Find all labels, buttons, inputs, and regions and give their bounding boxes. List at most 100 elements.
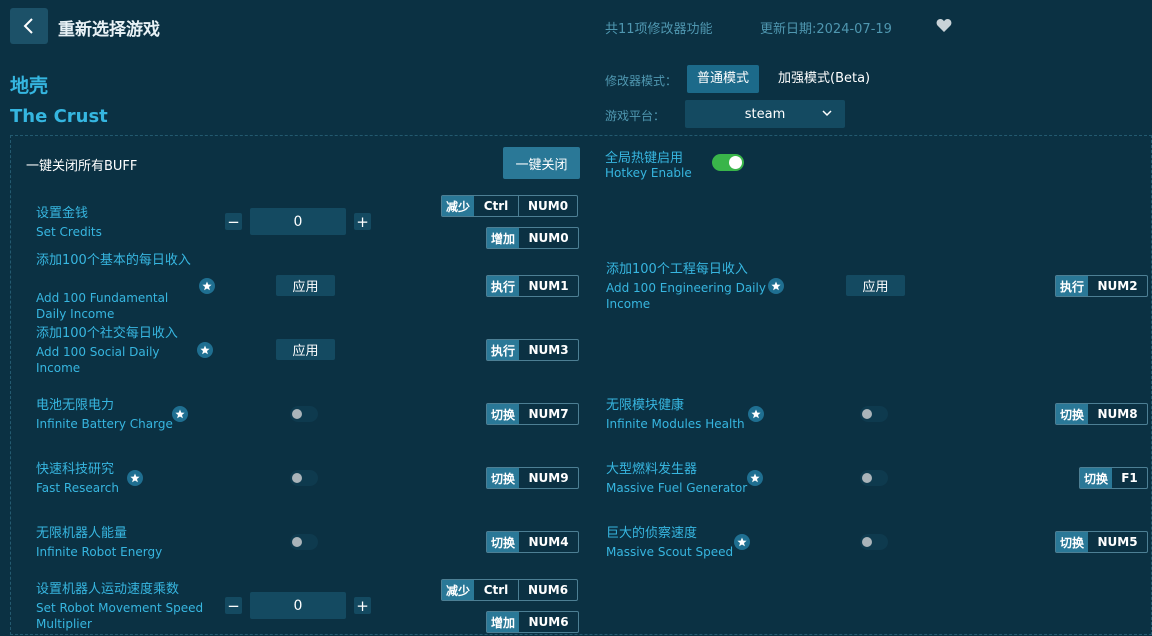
feature-label-cn: 无限模块健康 — [606, 398, 685, 413]
hotkey-toggle[interactable]: 切换 NUM8 — [1055, 403, 1149, 425]
hotkey-toggle[interactable]: 切换 F1 — [1079, 467, 1149, 489]
hotkey-key: Ctrl — [483, 583, 509, 597]
mode-label: 修改器模式： — [605, 74, 678, 88]
increment-button[interactable]: + — [354, 597, 371, 615]
star-icon — [172, 406, 188, 422]
decrement-button[interactable]: − — [225, 597, 242, 615]
kill-all-button[interactable]: 一键关闭 — [503, 147, 580, 179]
apply-button[interactable]: 应用 — [846, 275, 905, 296]
hotkey-key: Ctrl — [483, 199, 509, 213]
hotkey-toggle[interactable] — [712, 154, 744, 171]
feature-label-en: Infinite Battery Charge — [36, 417, 173, 431]
hotkey-key: NUM3 — [528, 343, 569, 357]
hotkey-tag: 减少 — [442, 580, 475, 600]
apply-button[interactable]: 应用 — [276, 275, 335, 296]
platform-select[interactable]: steam — [685, 100, 845, 128]
hotkey-decrease[interactable]: 减少 Ctrl NUM6 — [441, 579, 579, 601]
hotkey-toggle[interactable]: 切换 NUM7 — [486, 403, 580, 425]
star-icon — [199, 278, 215, 294]
feature-label-cn: 无限机器人能量 — [36, 526, 128, 541]
hotkey-key: NUM0 — [528, 231, 569, 245]
feature-label-en: Massive Scout Speed — [606, 545, 734, 559]
hotkey-tag: 执行 — [487, 276, 520, 296]
beta-mode-button[interactable]: 加强模式(Beta) — [768, 65, 880, 93]
hotkey-decrease[interactable]: 减少 Ctrl NUM0 — [441, 195, 579, 217]
feature-label-en: Massive Fuel Generator — [606, 481, 748, 495]
star-icon — [748, 406, 764, 422]
star-icon — [747, 470, 763, 486]
hotkey-toggle[interactable]: 切换 NUM9 — [486, 467, 580, 489]
hotkey-tag: 切换 — [487, 404, 520, 424]
feature-toggle[interactable] — [290, 406, 318, 422]
back-button[interactable] — [10, 8, 48, 44]
hotkey-tag: 切换 — [1080, 468, 1113, 488]
platform-label: 游戏平台： — [605, 109, 666, 123]
page-title: 重新选择游戏 — [58, 20, 160, 40]
hotkey-execute[interactable]: 执行 NUM2 — [1055, 275, 1149, 297]
feature-label-cn: 添加100个社交每日收入 — [36, 326, 178, 341]
heart-icon — [936, 19, 952, 32]
hotkey-increase[interactable]: 增加 NUM6 — [486, 611, 580, 633]
feature-panel — [10, 135, 1152, 635]
feature-toggle[interactable] — [860, 470, 888, 486]
hotkey-key: NUM9 — [528, 471, 569, 485]
hotkey-key: NUM8 — [1097, 407, 1138, 421]
feature-label-cn: 设置金钱 — [36, 206, 89, 221]
hotkey-execute[interactable]: 执行 NUM3 — [486, 339, 580, 361]
feature-toggle[interactable] — [860, 406, 888, 422]
feature-label-cn: 大型燃料发生器 — [606, 462, 698, 477]
feature-toggle[interactable] — [290, 470, 318, 486]
star-icon — [734, 534, 750, 550]
chevron-left-icon — [23, 18, 33, 34]
feature-label-cn: 添加100个基本的每日收入 — [36, 253, 191, 268]
hotkey-increase[interactable]: 增加 NUM0 — [486, 227, 580, 249]
hotkey-tag: 执行 — [1056, 276, 1089, 296]
feature-label-en: Fast Research — [36, 481, 119, 495]
feature-label-en: Infinite Modules Health — [606, 417, 745, 431]
feature-label-en: Infinite Robot Energy — [36, 545, 163, 559]
favorite-button[interactable] — [936, 18, 952, 37]
game-name-cn: 地壳 — [10, 75, 49, 97]
hotkey-key: NUM5 — [1097, 535, 1138, 549]
hotkey-label-cn: 全局热键启用 — [605, 151, 684, 166]
hotkey-tag: 切换 — [487, 532, 520, 552]
hotkey-key: NUM2 — [1097, 279, 1138, 293]
feature-toggle[interactable] — [860, 534, 888, 550]
feature-label-en: Add 100 Engineering Daily Income — [606, 281, 766, 311]
feature-label-en: Add 100 Social Daily Income — [36, 345, 160, 375]
increment-button[interactable]: + — [354, 213, 371, 231]
hotkey-key: NUM7 — [528, 407, 569, 421]
star-icon — [197, 342, 213, 358]
hotkey-key: NUM6 — [528, 615, 569, 629]
chevron-down-icon — [822, 110, 832, 117]
hotkey-tag: 执行 — [487, 340, 520, 360]
hotkey-tag: 切换 — [1056, 404, 1089, 424]
hotkey-key: NUM0 — [518, 196, 577, 216]
kill-all-label: 一键关闭所有BUFF — [26, 159, 138, 174]
credits-input[interactable] — [250, 208, 346, 235]
speed-multiplier-input[interactable] — [250, 592, 346, 619]
feature-label-en: Set Credits — [36, 225, 102, 239]
hotkey-tag: 切换 — [1056, 532, 1089, 552]
star-icon — [768, 278, 784, 294]
feature-label-cn: 电池无限电力 — [36, 398, 115, 413]
hotkey-execute[interactable]: 执行 NUM1 — [486, 275, 580, 297]
feature-label-cn: 巨大的侦察速度 — [606, 526, 698, 541]
hotkey-toggle[interactable]: 切换 NUM4 — [486, 531, 580, 553]
game-name-en: The Crust — [10, 106, 108, 127]
update-date: 更新日期:2024-07-19 — [760, 22, 892, 37]
star-icon — [127, 470, 143, 486]
hotkey-toggle[interactable]: 切换 NUM5 — [1055, 531, 1149, 553]
platform-value: steam — [744, 106, 786, 122]
feature-label-en: Add 100 Fundamental Daily Income — [36, 291, 169, 321]
decrement-button[interactable]: − — [225, 213, 242, 231]
normal-mode-button[interactable]: 普通模式 — [687, 65, 760, 93]
hotkey-label-en: Hotkey Enable — [605, 166, 692, 180]
feature-label-en: Set Robot Movement Speed Multiplier — [36, 601, 204, 631]
apply-button[interactable]: 应用 — [276, 339, 335, 360]
feature-label-cn: 快速科技研究 — [36, 462, 115, 477]
hotkey-tag: 增加 — [487, 612, 520, 632]
hotkey-key: F1 — [1121, 471, 1138, 485]
hotkey-key: NUM6 — [518, 580, 577, 600]
feature-toggle[interactable] — [290, 534, 318, 550]
